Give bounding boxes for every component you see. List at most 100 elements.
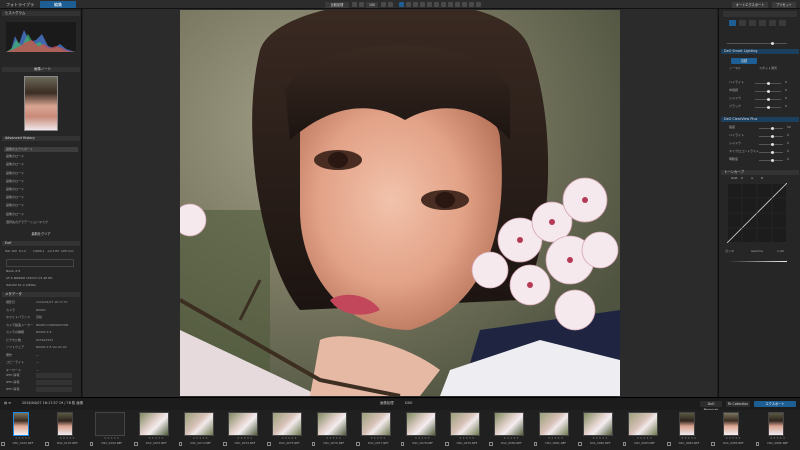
auto-export-button[interactable]: オートエクスポート [732,1,768,8]
palette-effects-icon[interactable] [779,20,786,26]
thumb-image[interactable] [767,412,784,436]
history-item[interactable]: 画像のロード [6,163,24,167]
filmstrip-thumb[interactable]: ★★★★★ DSC_0077.NEF [355,410,399,450]
history-item[interactable]: 画像のロード [6,155,24,159]
zoom-select[interactable]: 100 [366,1,378,8]
thumb-image[interactable] [679,412,695,436]
palette-geometry-icon[interactable] [759,20,766,26]
photolab-button[interactable]: DxO PhotoLab [700,401,722,412]
thumb-image[interactable] [57,412,74,436]
gradient-icon[interactable] [441,2,446,7]
filmstrip-thumb[interactable]: ★★★★★ DSC_0079.NEF [444,410,488,450]
history-item[interactable]: 画像のロード [6,212,24,217]
sl-knob[interactable] [767,90,770,93]
history-item[interactable]: 画像のロード [6,196,24,200]
exposure-slider[interactable] [727,42,787,45]
filmstrip-thumb[interactable]: ★★★★★ DSC_0081.NEF [533,410,577,450]
sl-slider[interactable] [755,90,781,93]
history-item[interactable]: 画像のロード [6,179,24,184]
thumb-image[interactable] [405,412,436,436]
sl-slider[interactable] [755,98,781,101]
thumb-image[interactable] [228,412,258,436]
curve-channel-tab[interactable]: B [761,176,763,181]
thumb-image[interactable] [139,412,170,436]
filmstrip-thumb[interactable]: ★★★★★ DSC_0072.NEF [133,410,177,450]
eyedropper-icon[interactable] [448,2,453,7]
tab-photo-library[interactable]: フォトライブラリ [2,1,40,14]
filmstrip-thumb[interactable]: ★★★★★ DSC_0074.NEF [222,410,266,450]
curve-channel-tab[interactable]: R [741,176,743,181]
curve-channel-tab[interactable]: RGB [731,176,737,181]
thumb-image[interactable] [316,412,347,436]
sl-slider[interactable] [755,106,781,109]
cv-slider[interactable] [759,127,783,130]
palette-local-icon[interactable] [769,20,776,26]
grid-icon[interactable] [352,2,357,7]
cv-slider[interactable] [759,159,783,162]
fit-icon[interactable] [359,2,364,7]
thumb-image[interactable] [583,412,614,436]
history-item[interactable]: 選択先のグラデーションマスク [6,220,48,225]
thumb-image[interactable] [183,412,214,436]
filmstrip-thumb[interactable]: ★★★★★ DSC_0082.NEF [577,410,621,450]
palette-detail-icon[interactable] [749,20,756,26]
eye-icon[interactable] [469,2,474,7]
brush-icon[interactable] [434,2,439,7]
retouch-icon[interactable] [420,2,425,7]
thumb-image[interactable] [627,412,658,436]
export-button[interactable]: エクスポート [754,401,796,407]
undo-icon[interactable] [455,2,460,7]
tab-edit[interactable]: 編集 [40,1,76,8]
settings-icon[interactable] [476,2,481,7]
histogram-header[interactable]: ヒストグラム [2,11,80,16]
crop-icon[interactable] [399,2,404,7]
thumb-image[interactable] [94,412,125,436]
image-viewer[interactable] [83,9,717,397]
palette-light-icon[interactable] [729,20,736,26]
thumb-image[interactable] [723,412,740,436]
smart-lighting-header[interactable]: DxO Smart Lighting [721,49,799,54]
thumb-image[interactable] [272,412,303,436]
cv-slider[interactable] [759,143,783,146]
exif-header[interactable]: Exif [2,241,80,246]
thumb-image[interactable] [538,412,569,436]
redo-icon[interactable] [462,2,467,7]
rotate-right-icon[interactable] [388,2,393,7]
metadata-header[interactable]: メタデータ [2,292,80,297]
palette-color-icon[interactable] [739,20,746,26]
history-item[interactable]: 画像のロード [6,204,24,208]
cv-slider[interactable] [759,135,783,138]
clear-history-button[interactable]: 最新をクリア [22,231,60,237]
tone-curve-chart[interactable] [727,183,787,243]
iptc-field[interactable] [36,373,72,378]
thumb-image[interactable] [450,412,480,436]
history-item[interactable]: 画像のロード [6,187,24,192]
cv-slider[interactable] [759,151,783,154]
filmstrip-thumb[interactable]: ★★★★★ DSC_0080.NEF [488,410,532,450]
cv-knob[interactable] [771,151,774,154]
history-item[interactable]: 画像のエクスポート [4,147,78,152]
filmstrip-thumb[interactable]: ★★★★★ DSC_0075.NEF [266,410,310,450]
cv-knob[interactable] [771,143,774,146]
filmstrip-thumb[interactable]: ★★★★★ DSC_0076.NEF [311,410,355,450]
iptc-field[interactable] [36,380,72,385]
sl-knob[interactable] [767,98,770,101]
sl-knob[interactable] [767,82,770,85]
compare-button[interactable]: 比較処理 [325,1,349,8]
history-item[interactable]: 画像のロード [6,171,24,176]
filmstrip-thumb[interactable]: ★★★★★ DSC_0083.NEF [622,410,666,450]
preset-button[interactable]: プリセット [772,1,796,8]
navigator-header[interactable]: 画像ノート [2,67,80,72]
sl-tab-normal[interactable]: ノーマル [729,66,741,71]
white-balance-icon[interactable] [413,2,418,7]
main-photo[interactable] [180,10,620,396]
filmstrip-thumb[interactable]: ★★★★★ DSC_0084.NEF [666,410,710,450]
fit-collection-button[interactable]: Fit Collection [726,401,750,407]
thumb-image[interactable] [13,412,29,436]
filmstrip-thumb[interactable]: ★★★★★ DSC_0109.NEF [89,410,133,450]
filmstrip-thumb[interactable]: ★★★★★ DSC_0105.NEF [0,410,44,450]
rotate-left-icon[interactable] [381,2,386,7]
mask-icon[interactable] [427,2,432,7]
gamma-gradient[interactable] [727,261,787,262]
thumb-image[interactable] [361,412,392,436]
